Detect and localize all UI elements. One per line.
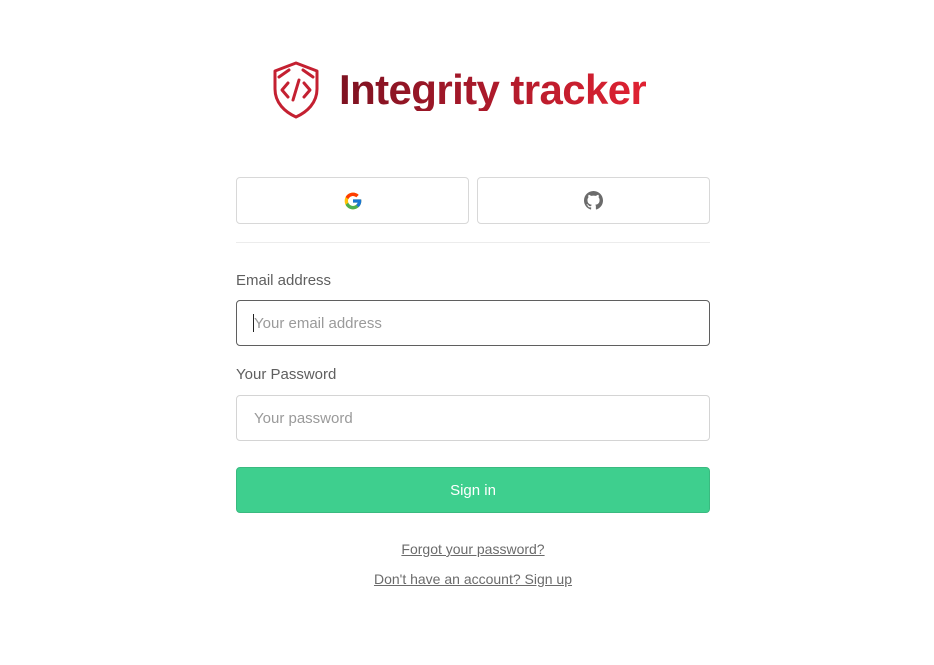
shield-code-icon xyxy=(273,61,319,119)
forgot-password-link[interactable]: Forgot your password? xyxy=(236,541,710,557)
email-label: Email address xyxy=(236,272,332,289)
sign-in-page: Integrity tracker Email address Your Pas… xyxy=(0,0,934,665)
github-signin-button[interactable] xyxy=(477,177,710,224)
password-input[interactable] xyxy=(236,395,710,441)
app-title: Integrity tracker xyxy=(339,66,647,113)
divider xyxy=(236,242,710,243)
google-icon xyxy=(344,192,361,209)
sign-up-link[interactable]: Don't have an account? Sign up xyxy=(236,571,710,587)
sign-in-button[interactable]: Sign in xyxy=(236,467,710,513)
email-input[interactable] xyxy=(236,300,710,346)
google-signin-button[interactable] xyxy=(236,177,469,224)
oauth-buttons xyxy=(236,177,710,224)
github-icon xyxy=(584,191,603,210)
password-label: Your Password xyxy=(236,366,337,383)
brand-header: Integrity tracker xyxy=(271,60,647,120)
text-cursor xyxy=(253,314,254,332)
